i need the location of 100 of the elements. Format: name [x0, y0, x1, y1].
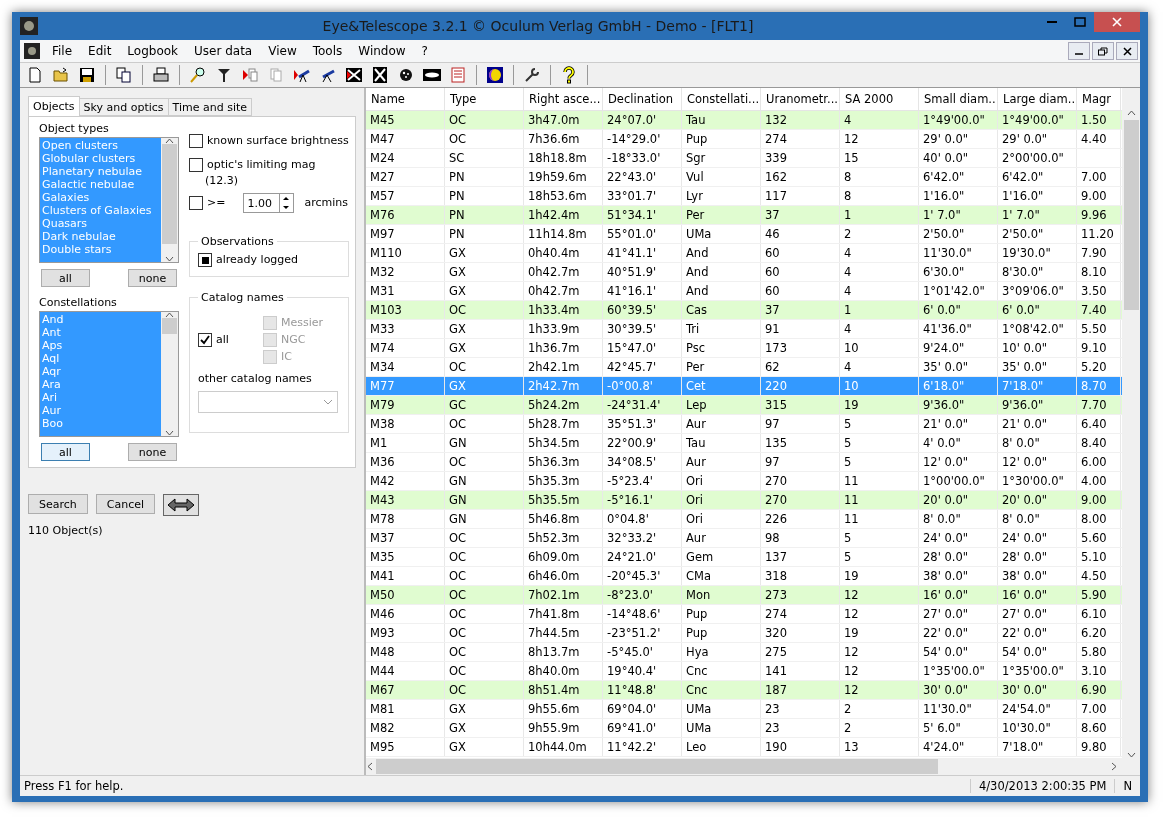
table-row[interactable]: M34 OC 2h42.1m 42°45.7' Per 62 4 35' 0.0" 35' 0.0" 5.20	[366, 358, 1122, 377]
table-row[interactable]: M110 GX 0h40.4m 41°41.1' And 60 4 11'30.0" 19'30.0" 7.90	[366, 244, 1122, 263]
checkbox[interactable]	[189, 134, 203, 148]
table-cell: 22°00.9'	[603, 434, 682, 452]
column-header[interactable]: Uranometr...	[761, 88, 840, 110]
table-row[interactable]: M95 GX 10h44.0m 11°42.2' Leo 190 13 4'24.0" 7'18.0" 9.80	[366, 738, 1122, 757]
table-row[interactable]: M76 PN 1h42.4m 51°34.1' Per 37 1 1' 7.0" 1' 7.0" 9.96	[366, 206, 1122, 225]
all-button[interactable]: all	[41, 269, 90, 287]
scrollbar-thumb[interactable]	[376, 759, 938, 774]
menu-item[interactable]: File	[44, 44, 81, 58]
scrollbar-thumb[interactable]	[162, 144, 177, 244]
table-row[interactable]: M67 OC 8h51.4m 11°48.8' Cnc 187 12 30' 0.0" 30' 0.0" 6.90	[366, 681, 1122, 700]
table-cell: -0°00.8'	[603, 377, 682, 395]
table-row[interactable]: M79 GC 5h24.2m -24°31.4' Lep 315 19 9'36.0" 9'36.0" 7.70	[366, 396, 1122, 415]
table-row[interactable]: M82 GX 9h55.9m 69°41.0' UMa 23 2 5' 6.0" 10'30.0" 8.60	[366, 719, 1122, 738]
table-cell: 11h14.8m	[524, 225, 603, 243]
table-cell: -20°45.3'	[603, 567, 682, 585]
column-header[interactable]: SA 2000	[840, 88, 919, 110]
table-row[interactable]: M44 OC 8h40.0m 19°40.4' Cnc 141 12 1°35'00.0" 1°35'00.0" 3.10	[366, 662, 1122, 681]
menu-item[interactable]: Window	[350, 44, 414, 58]
table-cell: 226	[761, 510, 840, 528]
scroll-down-icon	[165, 430, 174, 436]
menu-item[interactable]: View	[260, 44, 305, 58]
none-button[interactable]: none	[128, 443, 177, 461]
column-header[interactable]: Constellati...	[682, 88, 761, 110]
column-header[interactable]: Large diam...	[998, 88, 1077, 110]
column-header[interactable]: Magr	[1077, 88, 1121, 110]
menu-item[interactable]: Tools	[304, 44, 351, 58]
close-button[interactable]	[1116, 42, 1138, 60]
menu-item[interactable]: User data	[186, 44, 261, 58]
column-header[interactable]: Type	[445, 88, 524, 110]
search-button[interactable]: Search	[28, 494, 88, 514]
tab[interactable]: Sky and optics	[78, 98, 169, 116]
minimize-button[interactable]	[1068, 42, 1090, 60]
table-cell: 9'36.0"	[998, 396, 1077, 414]
checkbox[interactable]	[198, 332, 212, 347]
table-row[interactable]: M103 OC 1h33.4m 60°39.5' Cas 37 1 6' 0.0" 6' 0.0" 7.40	[366, 301, 1122, 320]
size-input[interactable]: 1.00	[243, 193, 280, 213]
table-row[interactable]: M38 OC 5h28.7m 35°51.3' Aur 97 5 21' 0.0" 21' 0.0" 6.40	[366, 415, 1122, 434]
scrollbar-thumb[interactable]	[162, 318, 177, 334]
table-cell: M45	[366, 111, 445, 129]
table-row[interactable]: M48 OC 8h13.7m -5°45.0' Hya 275 12 54' 0.0" 54' 0.0" 5.80	[366, 643, 1122, 662]
table-row[interactable]: M46 OC 7h41.8m -14°48.6' Pup 274 12 27' 0.0" 27' 0.0" 6.10	[366, 605, 1122, 624]
table-row[interactable]: M74 GX 1h36.7m 15°47.0' Psc 173 10 9'24.0" 10' 0.0" 9.10	[366, 339, 1122, 358]
column-header[interactable]: Right asce...	[524, 88, 603, 110]
table-row[interactable]: M24 SC 18h18.8m -18°33.0' Sgr 339 15 40' 0.0" 2°00'00.0"	[366, 149, 1122, 168]
table-cell: 10' 0.0"	[998, 339, 1077, 357]
table-row[interactable]: M81 GX 9h55.6m 69°04.0' UMa 23 2 11'30.0" 24'54.0" 7.00	[366, 700, 1122, 719]
checkbox[interactable]	[189, 196, 203, 210]
table-row[interactable]: M27 PN 19h59.6m 22°43.0' Vul 162 8 6'42.0" 6'42.0" 7.00	[366, 168, 1122, 187]
menu-item[interactable]: Edit	[80, 44, 120, 58]
table-cell: 12	[840, 662, 919, 680]
all-button[interactable]: all	[41, 443, 90, 461]
table-row[interactable]: M1 GN 5h34.5m 22°00.9' Tau 135 5 4' 0.0" 8' 0.0" 8.40	[366, 434, 1122, 453]
table-row[interactable]: M36 OC 5h36.3m 34°08.5' Aur 97 5 12' 0.0" 12' 0.0" 6.00	[366, 453, 1122, 472]
none-button[interactable]: none	[128, 269, 177, 287]
table-cell: Aur	[682, 453, 761, 471]
restore-button[interactable]	[1092, 42, 1114, 60]
scroll-up-icon	[1126, 110, 1136, 116]
table-cell: 1'16.0"	[919, 187, 998, 205]
table-row[interactable]: M50 OC 7h02.1m -8°23.0' Mon 273 12 16' 0.0" 16' 0.0" 5.90	[366, 586, 1122, 605]
table-row[interactable]: M47 OC 7h36.6m -14°29.0' Pup 274 12 29' 0.0" 29' 0.0" 4.40	[366, 130, 1122, 149]
table-row[interactable]: M32 GX 0h42.7m 40°51.9' And 60 4 6'30.0" 8'30.0" 8.10	[366, 263, 1122, 282]
checkbox[interactable]	[198, 253, 212, 267]
table-cell: 3.10	[1077, 662, 1121, 680]
spin-buttons[interactable]	[279, 193, 295, 213]
tab[interactable]: Objects	[28, 96, 80, 116]
table-row[interactable]: M35 OC 6h09.0m 24°21.0' Gem 137 5 28' 0.0" 28' 0.0" 5.10	[366, 548, 1122, 567]
table-cell: 55°01.0'	[603, 225, 682, 243]
table-row[interactable]: M93 OC 7h44.5m -23°51.2' Pup 320 19 22' 0.0" 22' 0.0" 6.20	[366, 624, 1122, 643]
table-row[interactable]: M33 GX 1h33.9m 30°39.5' Tri 91 4 41'36.0" 1°08'42.0" 5.50	[366, 320, 1122, 339]
table-cell: 33°01.7'	[603, 187, 682, 205]
table-cell: 9.80	[1077, 738, 1121, 756]
cancel-button[interactable]: Cancel	[95, 494, 156, 514]
column-header[interactable]: Declination	[603, 88, 682, 110]
table-cell: Pup	[682, 605, 761, 623]
tab[interactable]: Time and site	[167, 98, 253, 116]
table-cell: GX	[445, 738, 524, 756]
table-cell: 1	[840, 301, 919, 319]
table-row[interactable]: M42 GN 5h35.3m -5°23.4' Ori 270 11 1°00'00.0" 1°30'00.0" 4.00	[366, 472, 1122, 491]
table-row[interactable]: M43 GN 5h35.5m -5°16.1' Ori 270 11 20' 0.0" 20' 0.0" 9.00	[366, 491, 1122, 510]
table-row[interactable]: M97 PN 11h14.8m 55°01.0' UMa 46 2 2'50.0" 2'50.0" 11.20	[366, 225, 1122, 244]
table-row[interactable]: M41 OC 6h46.0m -20°45.3' CMa 318 19 38' 0.0" 38' 0.0" 4.50	[366, 567, 1122, 586]
menu-item[interactable]: Logbook	[119, 44, 187, 58]
table-cell: 9h55.6m	[524, 700, 603, 718]
scrollbar-thumb[interactable]	[1123, 120, 1139, 310]
table-row[interactable]: M45 OC 3h47.0m 24°07.0' Tau 132 4 1°49'00.0" 1°49'00.0" 1.50	[366, 111, 1122, 130]
table-row[interactable]: M78 GN 5h46.8m 0°04.8' Ori 226 11 8' 0.0" 8' 0.0" 8.00	[366, 510, 1122, 529]
table-row[interactable]: M37 OC 5h52.3m 32°33.2' Aur 98 5 24' 0.0" 24' 0.0" 5.60	[366, 529, 1122, 548]
column-header[interactable]: Small diam...	[919, 88, 998, 110]
menu-item[interactable]: ?	[413, 44, 436, 58]
checkbox[interactable]	[189, 158, 203, 172]
table-cell: OC	[445, 567, 524, 585]
column-header[interactable]: Name	[366, 88, 445, 110]
moon-icon[interactable]	[484, 64, 506, 86]
table-cell: 21' 0.0"	[919, 415, 998, 433]
table-row[interactable]: M57 PN 18h53.6m 33°01.7' Lyr 117 8 1'16.0" 1'16.0" 9.00	[366, 187, 1122, 206]
table-cell: Aur	[682, 529, 761, 547]
swap-button[interactable]	[163, 494, 200, 516]
table-row[interactable]: M31 GX 0h42.7m 41°16.1' And 60 4 1°01'42.0" 3°09'06.0" 3.50	[366, 282, 1122, 301]
